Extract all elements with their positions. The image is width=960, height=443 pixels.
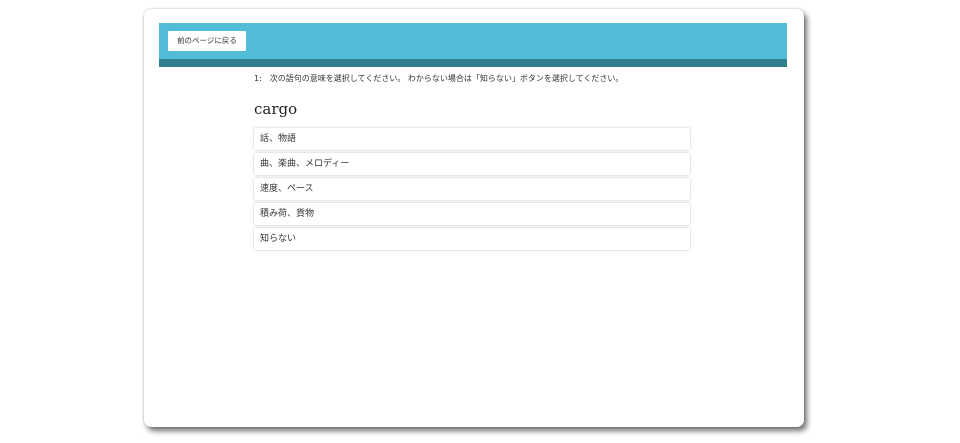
question-instruction: 1: 次の語句の意味を選択してください。 わからない場合は「知らない」ボタンを選択… xyxy=(254,73,694,85)
header-bar: 前のページに戻る xyxy=(159,23,787,59)
back-button[interactable]: 前のページに戻る xyxy=(168,31,246,51)
answer-options: 話、物語 曲、楽曲、メロディー 速度、ペース 積み荷、貨物 知らない xyxy=(254,128,694,250)
answer-option-melody[interactable]: 曲、楽曲、メロディー xyxy=(254,153,690,175)
question-panel: 1: 次の語句の意味を選択してください。 わからない場合は「知らない」ボタンを選択… xyxy=(254,73,694,253)
answer-option-pace[interactable]: 速度、ペース xyxy=(254,178,690,200)
target-word: cargo xyxy=(254,100,298,118)
answer-option-story[interactable]: 話、物語 xyxy=(254,128,690,150)
answer-option-cargo[interactable]: 積み荷、貨物 xyxy=(254,203,690,225)
quiz-window: 前のページに戻る 1: 次の語句の意味を選択してください。 わからない場合は「知ら… xyxy=(144,9,804,427)
answer-option-dont-know[interactable]: 知らない xyxy=(254,228,690,250)
question-number: 1: xyxy=(254,74,262,83)
header-divider xyxy=(159,59,787,67)
instruction-text: 次の語句の意味を選択してください。 わからない場合は「知らない」ボタンを選択して… xyxy=(269,74,624,83)
